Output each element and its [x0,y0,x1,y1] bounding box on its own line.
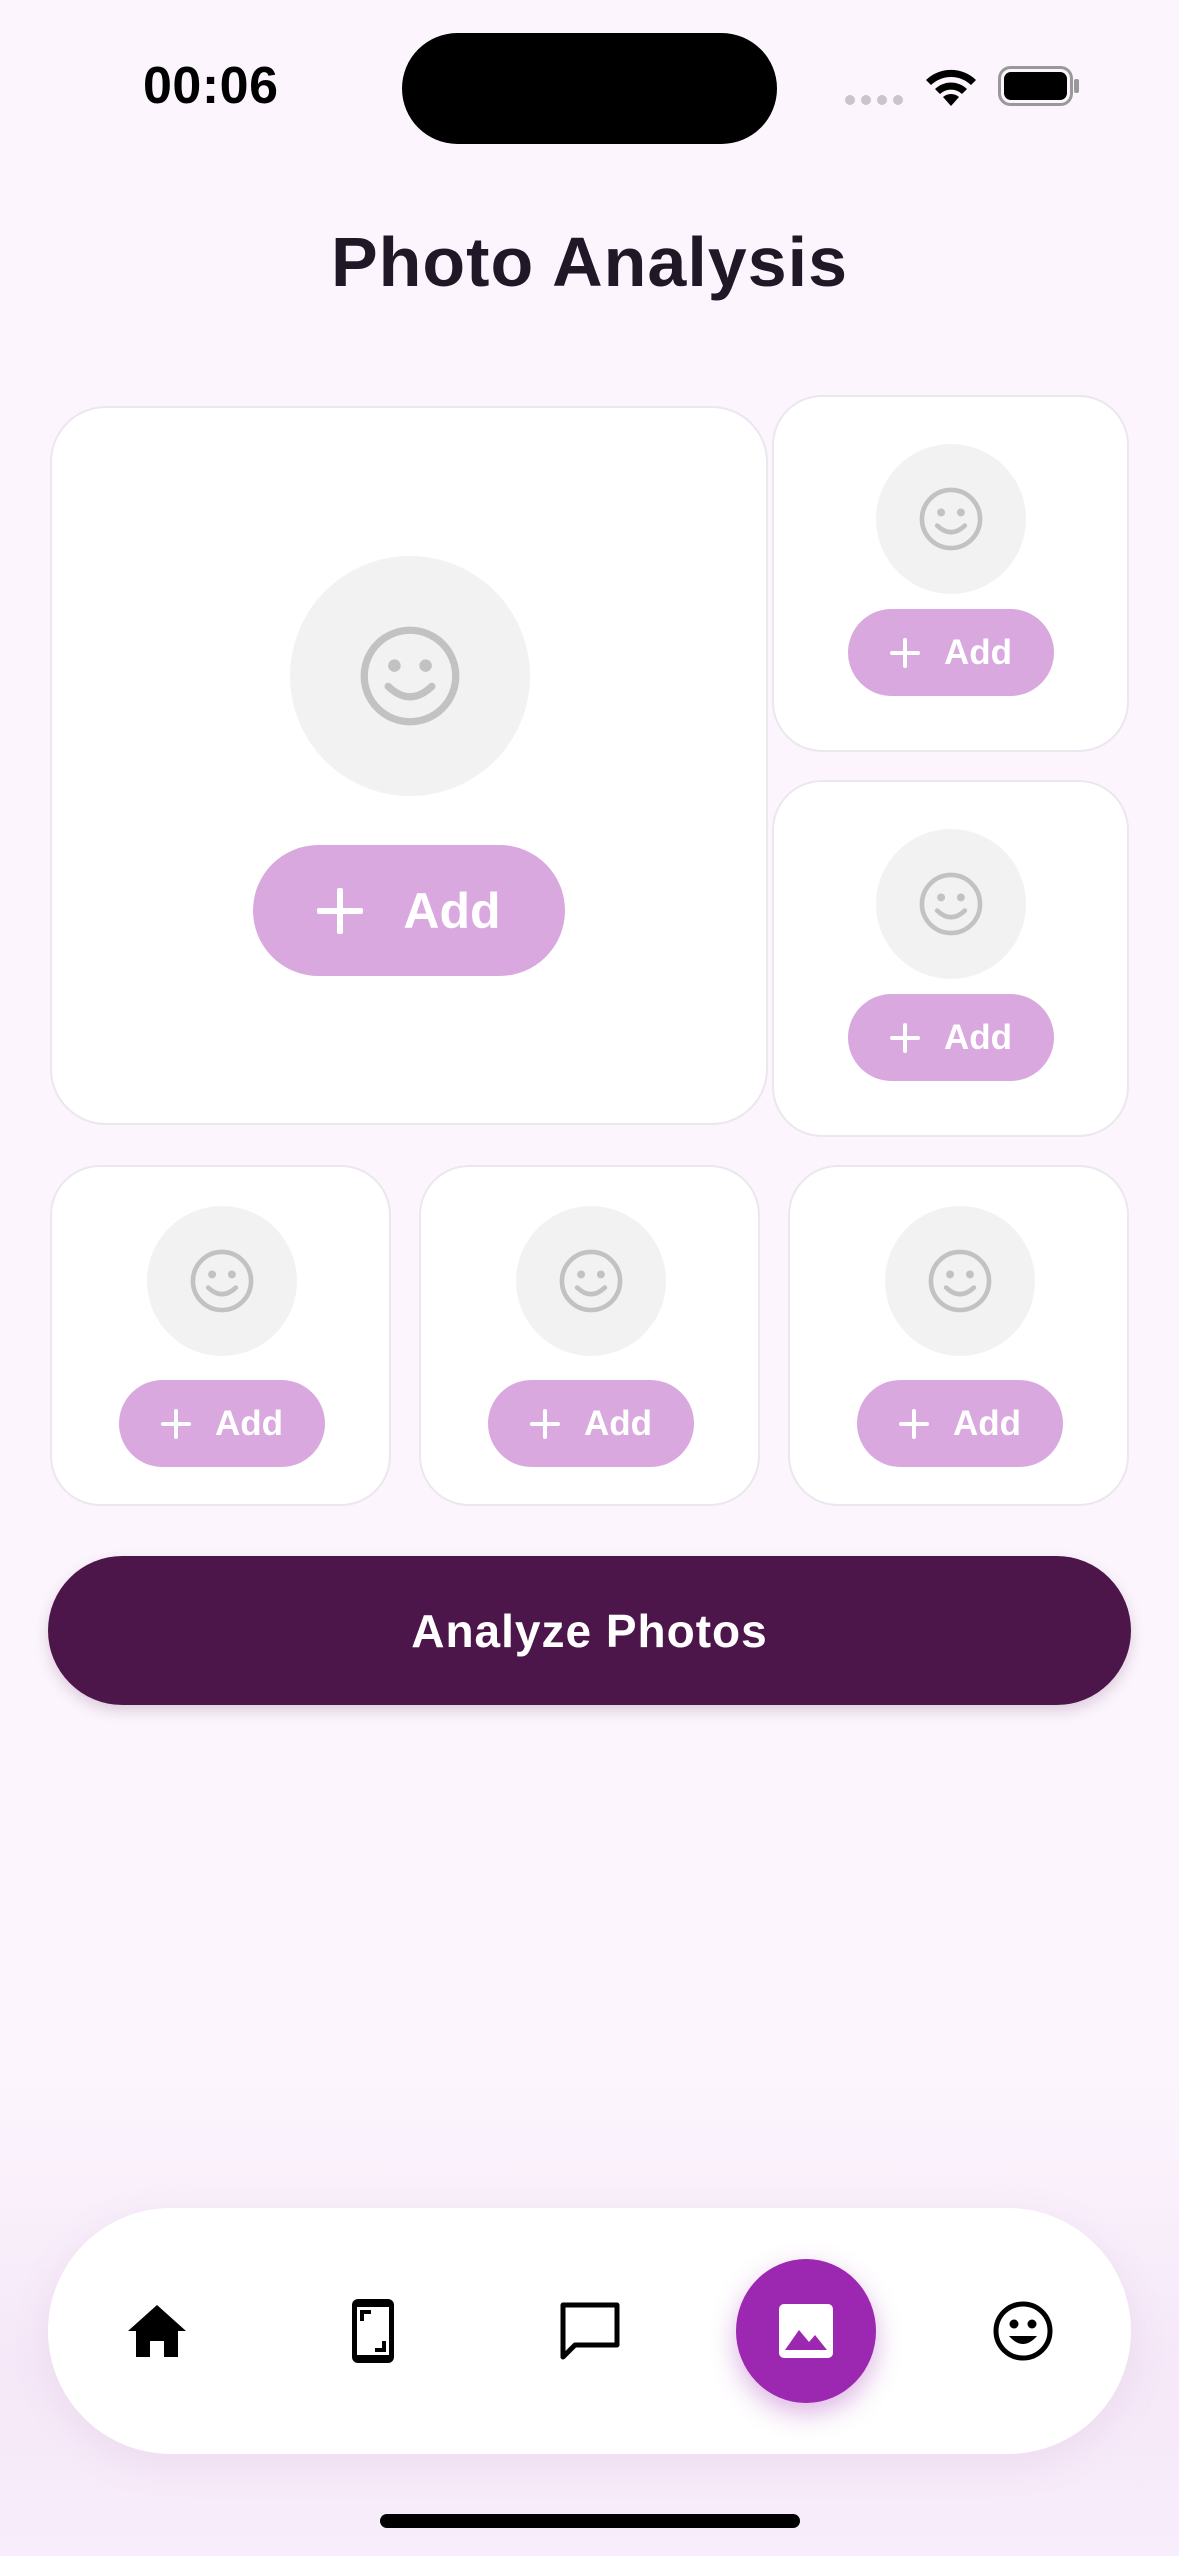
home-icon [128,2305,186,2357]
photo-slot[interactable]: Add [419,1165,760,1506]
plus-icon [160,1408,191,1439]
face-icon [993,2301,1053,2361]
dynamic-island [402,33,777,144]
analyze-photos-button[interactable]: Analyze Photos [48,1556,1131,1705]
add-photo-button[interactable]: Add [848,994,1054,1081]
photo-placeholder [885,1206,1035,1356]
add-photo-button[interactable]: Add [488,1380,694,1467]
photo-placeholder [876,829,1026,979]
bottom-nav [48,2208,1131,2454]
photo-placeholder [290,556,530,796]
smiley-face-icon [928,1249,992,1313]
add-photo-button[interactable]: Add [119,1380,325,1467]
photo-slot[interactable]: Add [50,1165,391,1506]
smiley-face-icon [360,626,460,726]
smiley-face-icon [559,1249,623,1313]
nav-phone-scan[interactable] [303,2208,443,2454]
plus-icon [529,1408,560,1439]
status-time: 00:06 [143,57,279,115]
photo-slot[interactable]: Add [788,1165,1129,1506]
add-label: Add [943,632,1013,672]
plus-icon [317,887,364,934]
add-label: Add [403,882,501,939]
nav-photos[interactable] [736,2208,876,2454]
nav-active-indicator [736,2259,876,2403]
photo-placeholder [516,1206,666,1356]
photo-placeholder [876,444,1026,594]
smiley-face-icon [190,1249,254,1313]
chat-icon [560,2302,620,2360]
add-label: Add [952,1403,1022,1443]
main-photo-slot[interactable]: Add [50,406,768,1125]
nav-face[interactable] [953,2208,1093,2454]
page-title: Photo Analysis [330,223,849,301]
add-label: Add [214,1403,284,1443]
plus-icon [889,637,920,668]
photo-slot[interactable]: Add [772,780,1129,1137]
plus-icon [898,1408,929,1439]
photo-slot[interactable]: Add [772,395,1129,752]
add-photo-button[interactable]: Add [857,1380,1063,1467]
add-photo-button[interactable]: Add [848,609,1054,696]
image-icon [779,2304,833,2358]
battery-icon [998,66,1079,106]
nav-chat[interactable] [520,2208,660,2454]
add-label: Add [943,1017,1013,1057]
cellular-dots-icon [845,95,905,105]
plus-icon [889,1022,920,1053]
add-label: Add [583,1403,653,1443]
nav-home[interactable] [87,2208,227,2454]
add-photo-button[interactable]: Add [253,845,565,976]
smiley-face-icon [919,487,983,551]
smiley-face-icon [919,872,983,936]
phone-scan-icon [352,2299,394,2363]
home-indicator [380,2514,800,2528]
wifi-icon [926,69,976,106]
photo-placeholder [147,1206,297,1356]
